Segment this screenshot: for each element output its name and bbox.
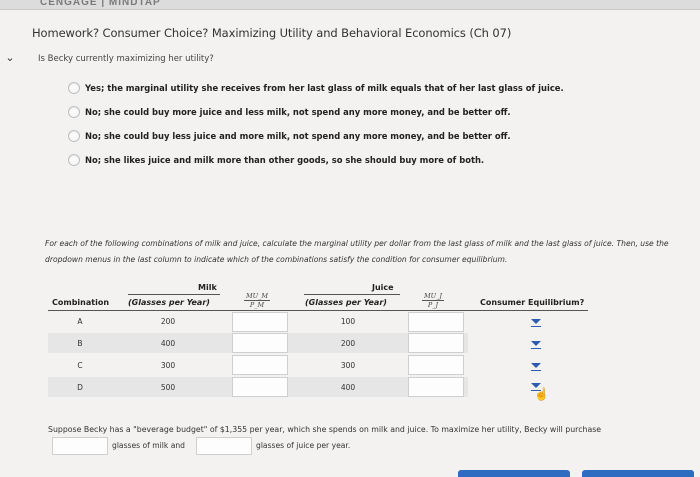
chevron-down-icon xyxy=(531,341,541,346)
milk-group-header: Milk xyxy=(198,283,217,292)
chevron-down-icon xyxy=(531,319,541,324)
table-instructions: For each of the following combinations o… xyxy=(45,239,669,264)
option-label: No; she could buy less juice and more mi… xyxy=(85,130,511,141)
radio-button[interactable] xyxy=(68,105,80,118)
option-label: No; she likes juice and milk more than o… xyxy=(85,154,485,165)
juice-quantity-cell: 100 xyxy=(340,317,356,326)
mu-juice-per-price-header: MU_J P_J xyxy=(422,292,444,309)
chevron-down-icon xyxy=(531,363,541,368)
milk-quantity-cell: 400 xyxy=(160,339,176,348)
action-button[interactable] xyxy=(458,470,570,477)
juice-glasses-input[interactable] xyxy=(196,437,252,455)
milk-quantity-cell: 500 xyxy=(160,383,176,392)
consumer-equilibrium-header: Consumer Equilibrium? xyxy=(480,298,585,307)
equilibrium-dropdown[interactable] xyxy=(530,362,544,374)
combination-cell: A xyxy=(77,317,83,326)
combination-cell: D xyxy=(77,383,83,392)
milk-quantity-header: (Glasses per Year) xyxy=(128,298,210,307)
mu-juice-input[interactable] xyxy=(408,333,464,353)
juice-quantity-cell: 300 xyxy=(340,361,356,370)
radio-button[interactable] xyxy=(68,129,80,142)
radio-button[interactable] xyxy=(68,81,80,94)
mu-milk-input[interactable] xyxy=(232,312,288,332)
option-3[interactable]: No; she could buy less juice and more mi… xyxy=(68,128,564,143)
header-bottom-rule xyxy=(48,310,588,311)
milk-quantity-cell: 300 xyxy=(160,361,176,370)
answer-options: Yes; the marginal utility she receives f… xyxy=(68,80,564,176)
milk-glasses-label: glasses of milk and xyxy=(112,441,185,450)
juice-header-rule xyxy=(304,294,400,295)
mu-juice-input[interactable] xyxy=(408,377,464,397)
mu-milk-per-price-header: MU_M P_M xyxy=(244,292,271,309)
mu-juice-input[interactable] xyxy=(408,355,464,375)
combination-header: Combination xyxy=(52,298,110,307)
combination-cell: C xyxy=(77,361,83,370)
page-title: Homework? Consumer Choice? Maximizing Ut… xyxy=(32,26,512,40)
mu-milk-input[interactable] xyxy=(232,355,288,375)
hand-cursor-icon: ☝ xyxy=(534,387,549,401)
juice-quantity-header: (Glasses per Year) xyxy=(305,298,387,307)
app-top-bar: CENGAGE | MINDTAP xyxy=(0,0,700,10)
option-2[interactable]: No; she could buy more juice and less mi… xyxy=(68,104,564,119)
milk-quantity-cell: 200 xyxy=(160,317,176,326)
option-4[interactable]: No; she likes juice and milk more than o… xyxy=(68,152,564,167)
equilibrium-dropdown[interactable] xyxy=(530,318,544,330)
juice-quantity-cell: 200 xyxy=(340,339,356,348)
option-label: No; she could buy more juice and less mi… xyxy=(85,106,511,117)
radio-button[interactable] xyxy=(68,153,80,166)
action-button[interactable] xyxy=(582,470,694,477)
budget-question: Suppose Becky has a "beverage budget" of… xyxy=(48,425,602,434)
mu-milk-input[interactable] xyxy=(232,377,288,397)
mu-juice-input[interactable] xyxy=(408,312,464,332)
option-label: Yes; the marginal utility she receives f… xyxy=(85,82,564,93)
brand-logo: CENGAGE | MINDTAP xyxy=(40,0,161,8)
juice-group-header: Juice xyxy=(372,283,394,292)
milk-header-rule xyxy=(128,294,220,295)
juice-quantity-cell: 400 xyxy=(340,383,356,392)
question-prompt: Is Becky currently maximizing her utilit… xyxy=(38,54,214,64)
milk-glasses-input[interactable] xyxy=(52,437,108,455)
chevron-down-icon[interactable]: ⌄ xyxy=(4,52,16,64)
equilibrium-dropdown[interactable] xyxy=(530,340,544,352)
combination-cell: B xyxy=(77,339,83,348)
mu-milk-input[interactable] xyxy=(232,333,288,353)
option-1[interactable]: Yes; the marginal utility she receives f… xyxy=(68,80,564,95)
juice-glasses-label: glasses of juice per year. xyxy=(256,441,351,450)
